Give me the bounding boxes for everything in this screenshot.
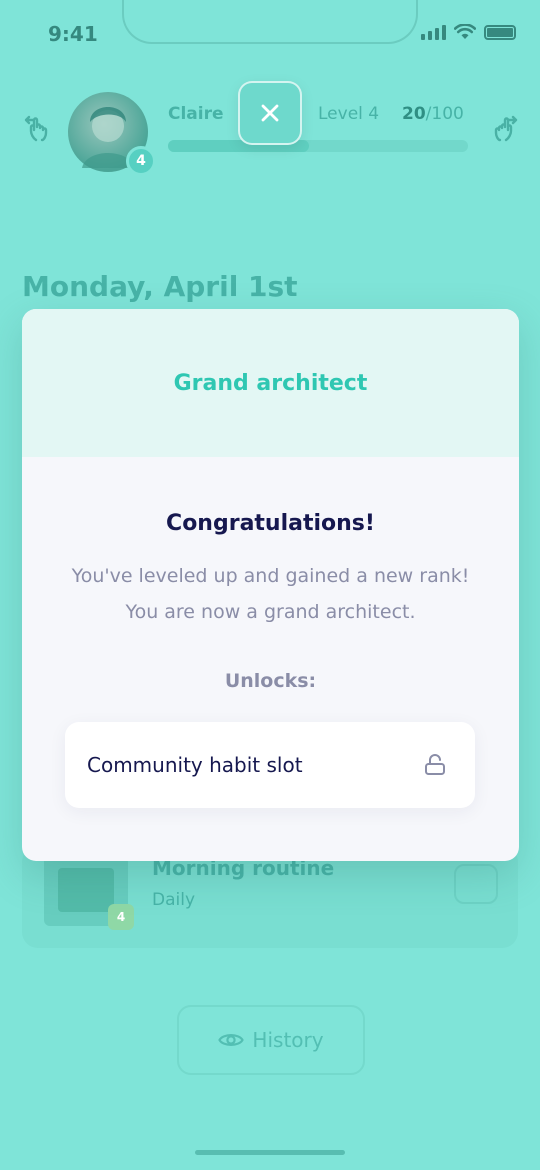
book-icon (58, 868, 114, 912)
level-badge: 4 (126, 146, 156, 176)
unlock-item-label: Community habit slot (87, 753, 303, 777)
xp-progress-bar (168, 140, 468, 152)
swipe-left-icon[interactable] (22, 112, 54, 144)
eye-icon (218, 1034, 245, 1046)
habit-level-badge: 4 (108, 904, 134, 930)
xp-max: /100 (425, 104, 464, 124)
xp-current: 20 (402, 104, 426, 124)
xp-counter: 20/100 (402, 104, 464, 124)
level-up-modal: Grand architect Congratulations! You've … (22, 309, 519, 861)
habit-frequency: Daily (152, 890, 196, 910)
modal-heading: Congratulations! (166, 511, 375, 536)
modal-header: Grand architect (22, 309, 519, 457)
modal-message: You've leveled up and gained a new rank!… (71, 565, 470, 623)
unlock-item[interactable]: Community habit slot (65, 722, 475, 808)
unlock-icon (425, 754, 445, 775)
close-icon (261, 104, 279, 122)
level-label: Level 4 (318, 104, 380, 124)
history-button[interactable]: History (177, 1005, 365, 1075)
history-label: History (252, 1028, 324, 1052)
habit-checkbox[interactable] (454, 864, 498, 904)
home-indicator[interactable] (195, 1150, 345, 1155)
swipe-right-icon[interactable] (488, 112, 520, 144)
date-title: Monday, April 1st (22, 270, 298, 303)
unlocks-label: Unlocks: (224, 670, 317, 692)
user-name: Claire (168, 104, 224, 124)
close-button[interactable] (238, 81, 302, 145)
rank-title: Grand architect (173, 370, 368, 396)
